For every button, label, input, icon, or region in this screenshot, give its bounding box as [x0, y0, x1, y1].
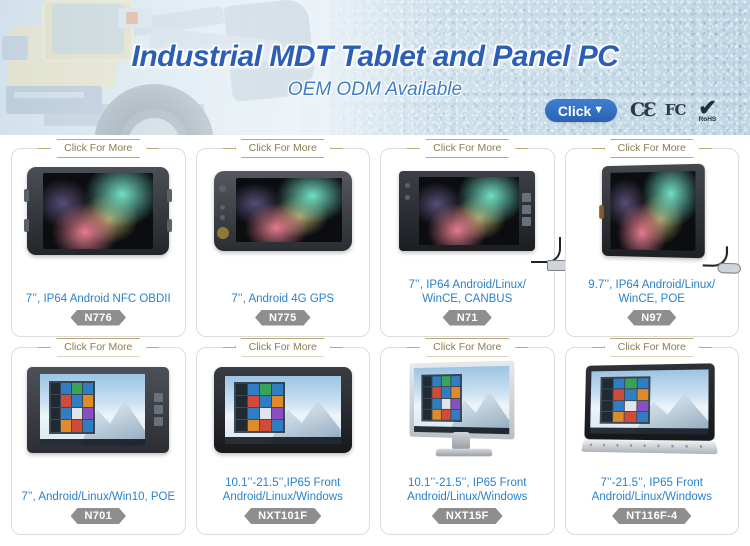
product-caption: 10.1’’-21.5’’,IP65 Front Android/Linux/W…	[222, 477, 343, 503]
product-image-n775	[197, 165, 370, 257]
product-image-n701	[12, 364, 185, 456]
product-code-badge: N776	[71, 310, 127, 326]
product-grid: Click For More 7’’, IP64 Android NFC OBD…	[0, 135, 750, 546]
product-cell: Click For More	[191, 342, 376, 541]
monitor-stand-neck	[452, 431, 471, 450]
ribbon-label: Click For More	[419, 338, 515, 357]
ce-mark-icon: CƐ	[630, 99, 657, 121]
click-for-more-ribbon-n97[interactable]: Click For More	[591, 139, 712, 158]
product-card-nxt15f[interactable]: Click For More 10.1’’-21.5’’, IP65 Front…	[380, 347, 555, 535]
rohs-mark-icon: ✔ RoHS	[695, 97, 719, 124]
ribbon-line-left	[407, 346, 420, 348]
product-cell: Click For More 7’’, IP64 Android/Linux/ …	[375, 143, 574, 342]
ribbon-line-left	[38, 346, 51, 348]
product-card-n97[interactable]: Click For More 9.7’’, IP64 Android/Linux…	[564, 148, 741, 337]
product-cell: Click For More	[6, 342, 191, 541]
ribbon-label: Click For More	[235, 139, 331, 158]
product-caption: 7’’, IP64 Android/Linux/ WinCE, CANBUS	[408, 278, 526, 305]
click-for-more-ribbon-nxt101f[interactable]: Click For More	[222, 338, 343, 357]
ribbon-label: Click For More	[50, 139, 146, 158]
click-for-more-ribbon-n71[interactable]: Click For More	[407, 139, 528, 158]
product-card-nxt101f[interactable]: Click For More 10.1’’-21.5’’,IP65 Front …	[195, 347, 370, 535]
product-caption: 9.7’’, IP64 Android/Linux/ WinCE, POE	[588, 278, 716, 305]
click-for-more-ribbon-n776[interactable]: Click For More	[38, 139, 159, 158]
ribbon-line-right	[330, 148, 343, 149]
ribbon-label: Click For More	[419, 139, 515, 158]
click-for-more-ribbon-nt116f-4[interactable]: Click For More	[591, 338, 712, 357]
rohs-label: RoHS	[698, 116, 717, 123]
product-caption: 7’’, IP64 Android NFC OBDII	[25, 292, 171, 305]
product-cell: Click For More 9.7’’, IP64 Android/Linux…	[560, 143, 745, 342]
ribbon-line-right	[699, 346, 712, 348]
product-image-nxt15f	[381, 359, 554, 456]
product-code-badge: NXT15F	[432, 508, 503, 524]
ribbon-line-right	[515, 346, 528, 348]
ribbon-line-left	[38, 148, 51, 149]
ribbon-label: Click For More	[604, 338, 700, 357]
ribbon-line-right	[146, 148, 159, 149]
monitor-stand-base	[435, 448, 493, 456]
product-code-badge: N701	[71, 508, 127, 524]
product-image-nxt101f	[197, 364, 370, 456]
hero-banner: Industrial MDT Tablet and Panel PC OEM O…	[0, 0, 750, 135]
product-image-nt116f-4	[566, 362, 739, 456]
ribbon-label: Click For More	[604, 139, 700, 158]
product-cell: Click For More 7’’, IP64 Android NFC OBD…	[6, 143, 191, 342]
poe-connector	[717, 262, 741, 274]
product-card-nt116f-4[interactable]: Click For More 7’’-21.5’’, IP65 Front An…	[564, 347, 739, 535]
ribbon-line-right	[330, 346, 343, 348]
ribbon-label: Click For More	[50, 338, 146, 357]
ribbon-label: Click For More	[235, 338, 331, 357]
product-code-badge: NXT101F	[244, 508, 321, 524]
product-cell: Click For More 7’’, Android 4G GPS N775	[191, 143, 376, 342]
ribbon-line-left	[591, 346, 604, 348]
banner-title: Industrial MDT Tablet and Panel PC	[131, 40, 619, 73]
click-for-more-ribbon-n775[interactable]: Click For More	[222, 139, 343, 158]
product-cell: Click For More	[375, 342, 560, 541]
product-card-n701[interactable]: Click For More 7’’, Android/Linux/Win10,…	[11, 347, 186, 535]
click-button-label: Click	[557, 102, 592, 119]
product-image-n97	[566, 163, 741, 274]
product-card-n776[interactable]: Click For More 7’’, IP64 Android NFC OBD…	[11, 148, 186, 337]
product-card-n71[interactable]: Click For More 7’’, IP64 Android/Linux/ …	[380, 148, 574, 337]
click-for-more-ribbon-n701[interactable]: Click For More	[38, 338, 159, 357]
product-image-n71	[381, 165, 574, 271]
ribbon-line-left	[222, 148, 235, 149]
ribbon-line-left	[591, 148, 604, 149]
ribbon-line-right	[146, 346, 159, 348]
product-code-badge: N71	[443, 310, 492, 326]
ribbon-line-right	[515, 148, 528, 149]
product-image-n776	[12, 165, 185, 257]
product-caption: 7’’-21.5’’, IP65 Front Android/Linux/Win…	[591, 477, 712, 503]
ribbon-line-left	[407, 148, 420, 149]
product-caption: 10.1’’-21.5’’, IP65 Front Android/Linux/…	[407, 477, 528, 503]
chevron-down-icon: ▼	[593, 104, 605, 116]
product-card-n775[interactable]: Click For More 7’’, Android 4G GPS N775	[195, 148, 370, 337]
product-code-badge: N775	[255, 310, 311, 326]
product-code-badge: N97	[627, 310, 676, 326]
product-cell: Click For More	[560, 342, 745, 541]
click-button[interactable]: Click ▼	[545, 99, 617, 122]
ribbon-line-right	[699, 148, 712, 149]
product-code-badge: NT116F-4	[612, 508, 691, 524]
device-dock-base	[580, 439, 718, 454]
product-caption: 7’’, Android/Linux/Win10, POE	[21, 491, 176, 503]
fcc-mark-icon: FC	[664, 101, 687, 119]
click-for-more-ribbon-nxt15f[interactable]: Click For More	[407, 338, 528, 357]
certification-marks: CƐ FC ✔ RoHS	[630, 97, 719, 124]
product-caption: 7’’, Android 4G GPS	[231, 292, 335, 305]
ribbon-line-left	[222, 346, 235, 348]
